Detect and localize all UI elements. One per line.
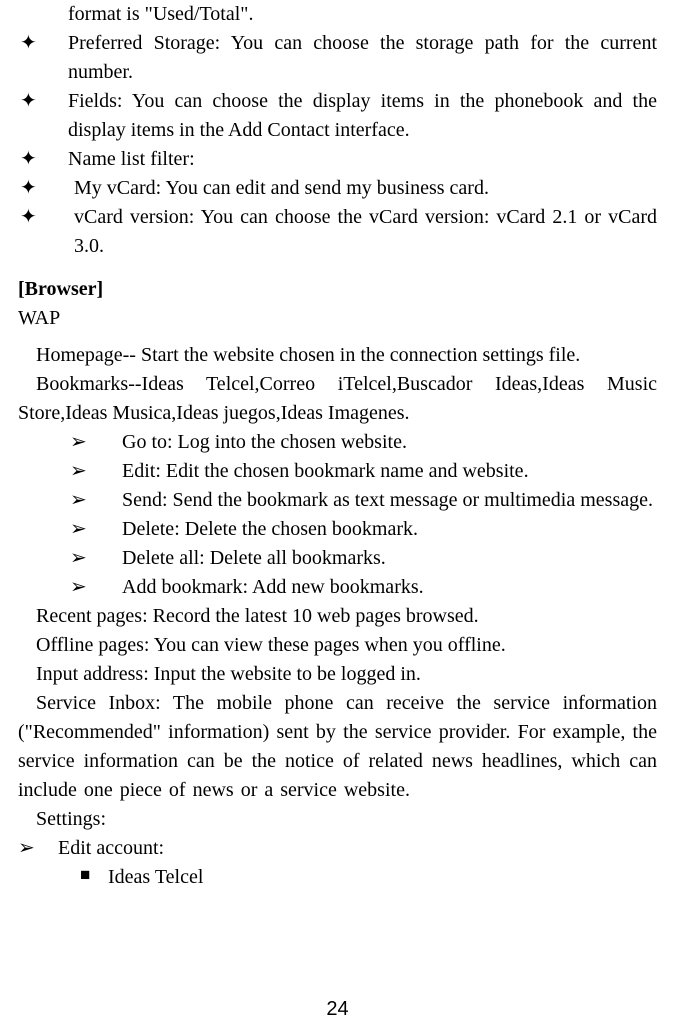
diamond-icon: ✦ [18,203,68,261]
paragraph-service: Service Inbox: The mobile phone can rece… [18,689,657,805]
list-item-text: Ideas Telcel [108,863,203,892]
list-item-text: Go to: Log into the chosen website. [122,428,657,457]
list-item-text: format is "Used/Total". [68,0,657,29]
diamond-icon: ✦ [18,29,68,87]
list-item-text: Edit account: [58,834,164,863]
list-item: ✦ vCard version: You can choose the vCar… [18,203,657,261]
list-item: ✦ Fields: You can choose the display ite… [18,87,657,145]
list-item: ✦ My vCard: You can edit and send my bus… [18,174,657,203]
page-number: 24 [0,995,675,1024]
list-item: ➢ Go to: Log into the chosen website. [70,428,657,457]
list-item-text: My vCard: You can edit and send my busin… [68,174,657,203]
paragraph-recent: Recent pages: Record the latest 10 web p… [18,602,657,631]
diamond-list: format is "Used/Total". ✦ Preferred Stor… [18,0,657,261]
paragraph-bookmarks: Bookmarks--Ideas Telcel,Correo iTelcel,B… [18,370,657,428]
list-item-text: Send: Send the bookmark as text message … [122,486,657,515]
list-item: ✦ Name list filter: [18,145,657,174]
list-item: ➢ Send: Send the bookmark as text messag… [70,486,657,515]
list-item: format is "Used/Total". [18,0,657,29]
arrow-icon: ➢ [70,544,122,573]
paragraph-service-text: Service Inbox: The mobile phone can rece… [18,692,657,801]
arrow-icon: ➢ [70,457,122,486]
list-item-text: vCard version: You can choose the vCard … [68,203,657,261]
list-item: ➢ Add bookmark: Add new bookmarks. [70,573,657,602]
paragraph-input: Input address: Input the website to be l… [18,660,657,689]
diamond-icon: ✦ [18,87,68,145]
document-page: format is "Used/Total". ✦ Preferred Stor… [0,0,675,1036]
paragraph-homepage: Homepage-- Start the website chosen in t… [18,341,657,370]
list-item-text: Name list filter: [68,145,657,174]
arrow-icon: ➢ [18,834,58,863]
wap-label: WAP [18,304,657,333]
arrow-icon: ➢ [70,428,122,457]
list-item-text: Delete: Delete the chosen bookmark. [122,515,657,544]
list-item-text: Delete all: Delete all bookmarks. [122,544,657,573]
paragraph-offline: Offline pages: You can view these pages … [18,631,657,660]
paragraph-bookmarks-text: Bookmarks--Ideas Telcel,Correo iTelcel,B… [18,373,657,424]
spacer [18,333,657,341]
list-item-text: Edit: Edit the chosen bookmark name and … [122,457,657,486]
list-item-text: Fields: You can choose the display items… [68,87,657,145]
arrow-list: ➢ Go to: Log into the chosen website. ➢ … [18,428,657,602]
square-icon: ■ [80,863,108,892]
diamond-icon: ✦ [18,174,68,203]
list-item: ✦ Preferred Storage: You can choose the … [18,29,657,87]
arrow-icon: ➢ [70,515,122,544]
list-item-ideas-telcel: ■ Ideas Telcel [18,863,657,892]
list-item: ➢ Edit: Edit the chosen bookmark name an… [70,457,657,486]
bullet-spacer [18,0,68,29]
paragraph-settings: Settings: [18,805,657,834]
list-item-text: Preferred Storage: You can choose the st… [68,29,657,87]
arrow-icon: ➢ [70,573,122,602]
list-item-edit-account: ➢ Edit account: [18,834,657,863]
list-item-text: Add bookmark: Add new bookmarks. [122,573,657,602]
list-item: ➢ Delete: Delete the chosen bookmark. [70,515,657,544]
arrow-icon: ➢ [70,486,122,515]
list-item: ➢ Delete all: Delete all bookmarks. [70,544,657,573]
diamond-icon: ✦ [18,145,68,174]
section-heading-browser: [Browser] [18,275,657,304]
